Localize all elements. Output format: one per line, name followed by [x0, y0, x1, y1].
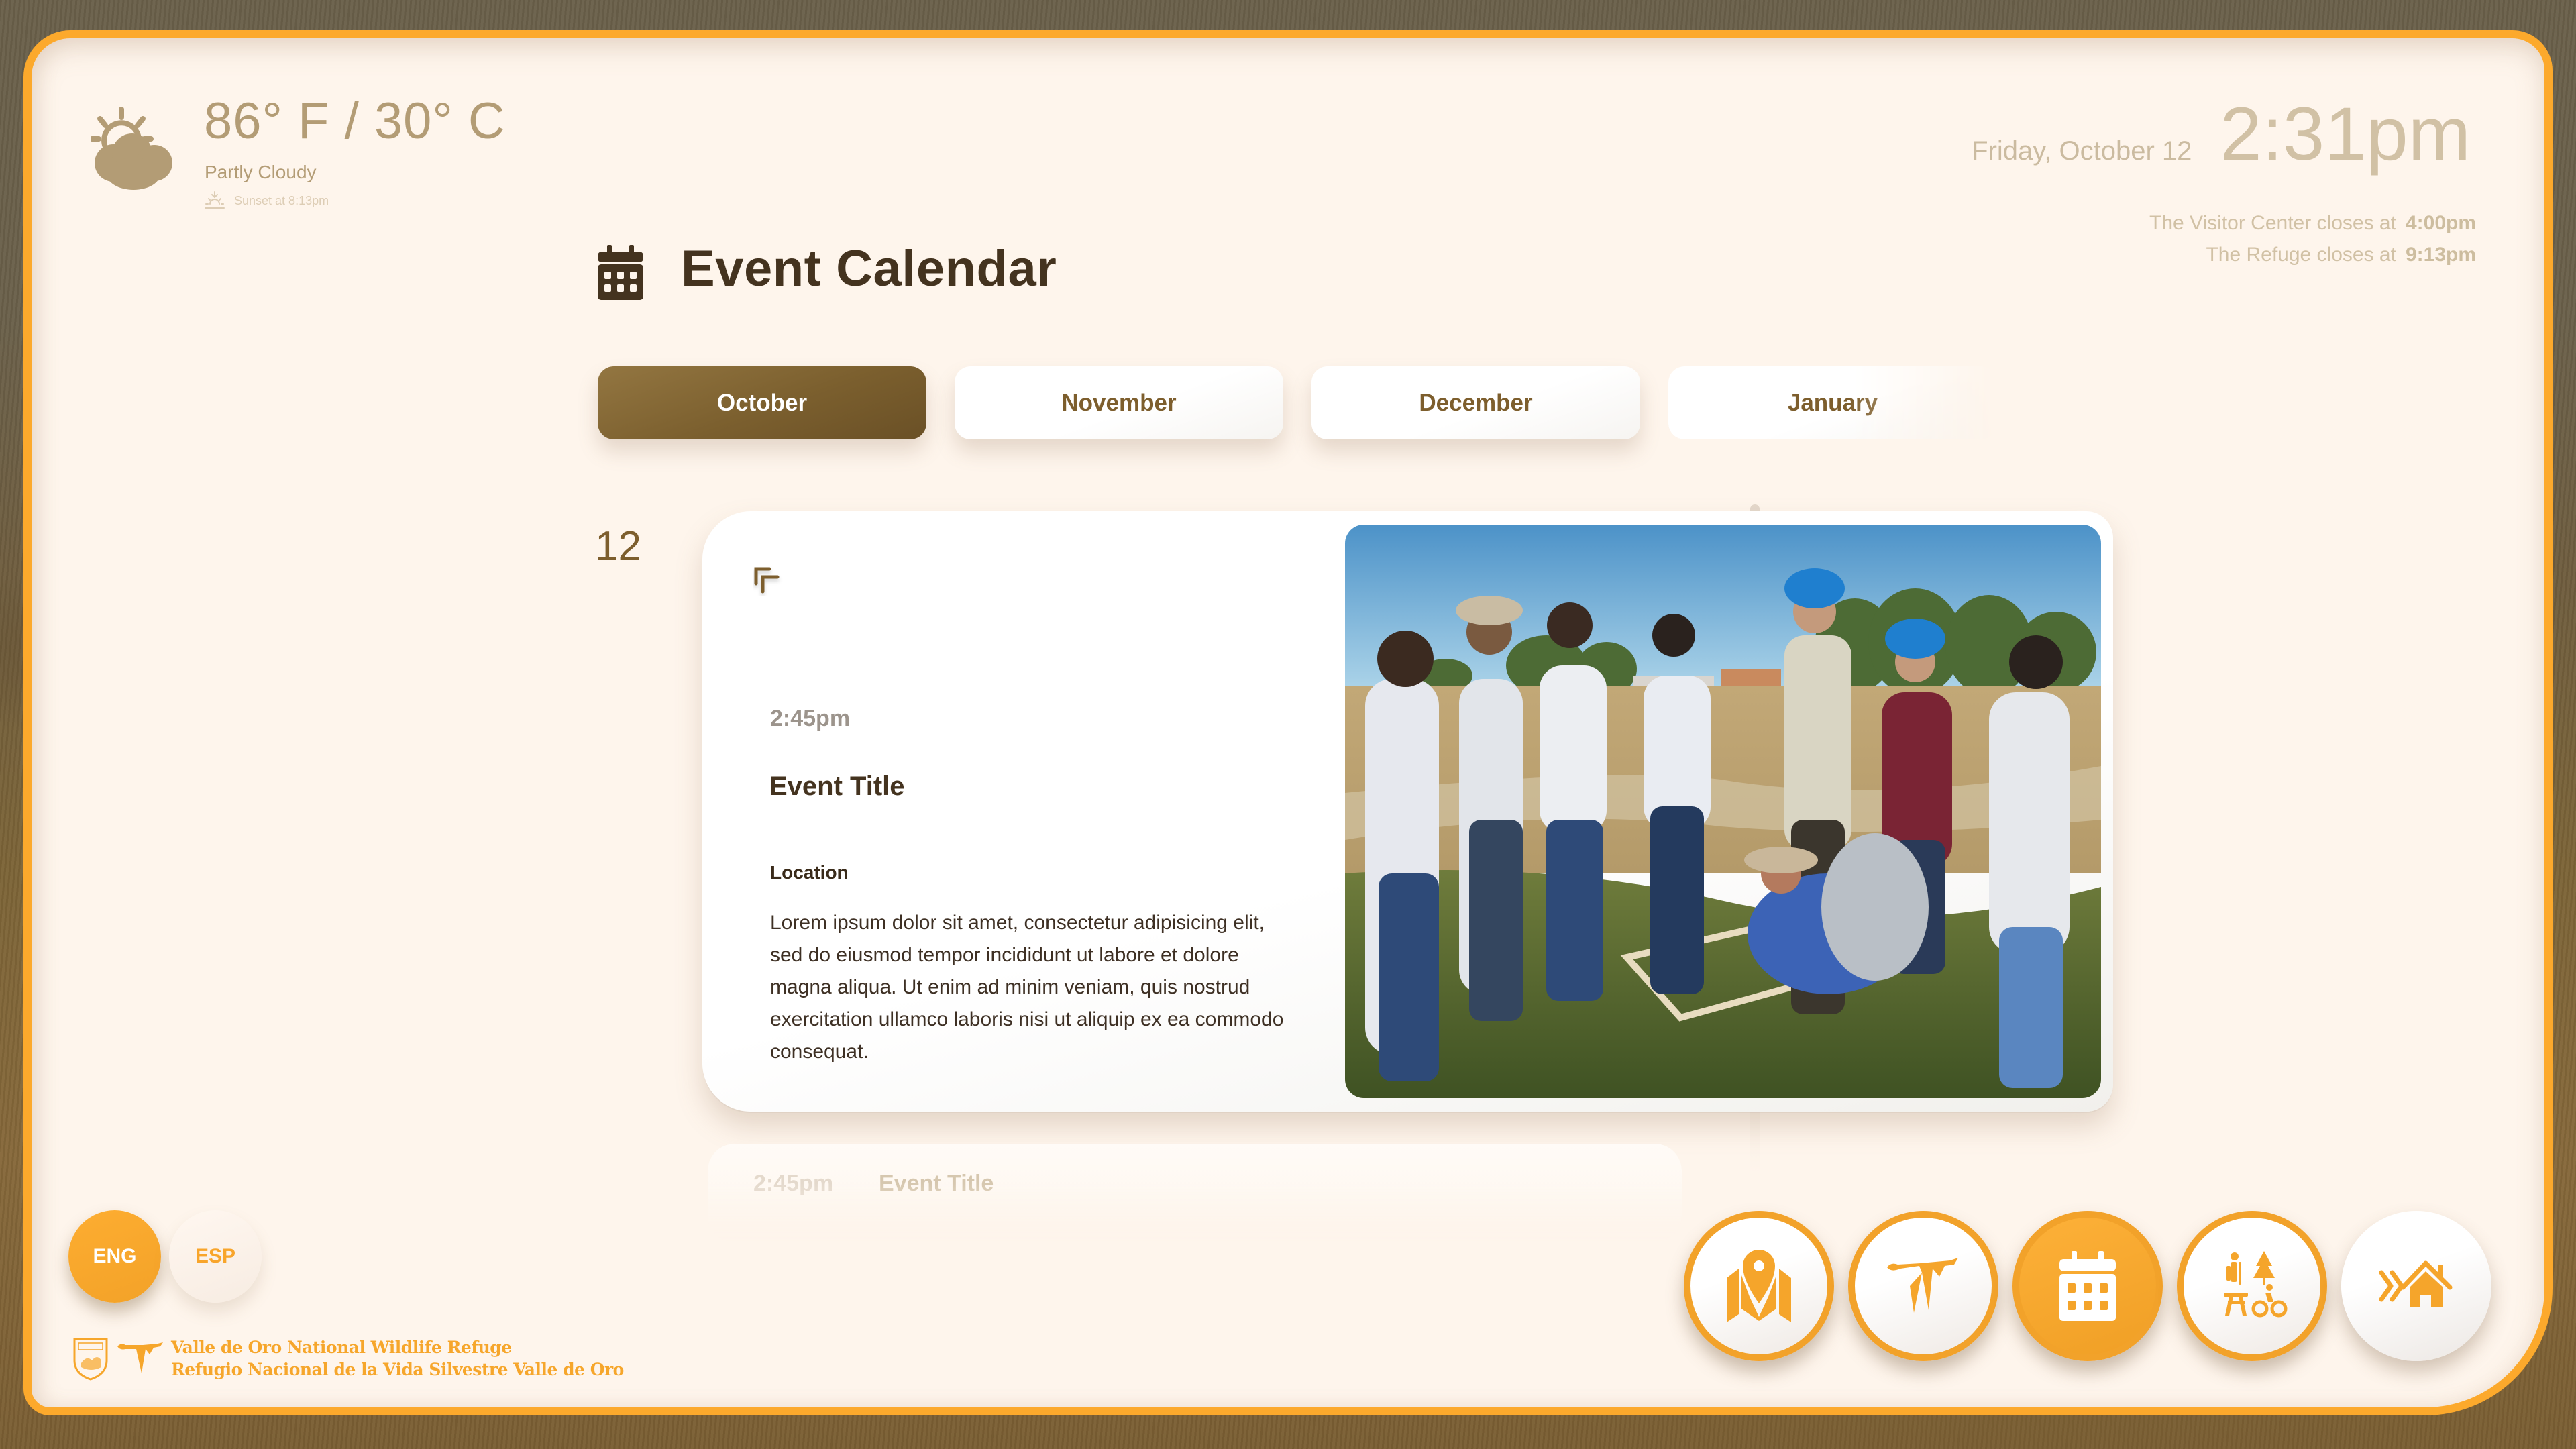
- nav-wildlife-button[interactable]: [1848, 1211, 1998, 1361]
- clock: Friday, October 12 2:31pm: [1972, 91, 2471, 177]
- event-title: Event Title: [769, 771, 905, 801]
- activities-icon: [2224, 1251, 2288, 1318]
- refuge-name-english: Valle de Oro National Wildlife Refuge: [171, 1338, 512, 1357]
- tab-october[interactable]: October: [598, 366, 926, 439]
- language-eng-button[interactable]: ENG: [68, 1210, 161, 1303]
- tab-november[interactable]: November: [955, 366, 1283, 439]
- refuge-closing: The Refuge closes at 9:13pm: [2206, 244, 2476, 266]
- nav-home-button[interactable]: [2341, 1211, 2491, 1361]
- event-time: 2:45pm: [753, 1171, 834, 1196]
- refuge-name: Valle de Oro National Wildlife Refuge Re…: [171, 1336, 624, 1381]
- tab-january[interactable]: January: [1668, 366, 1997, 439]
- event-location: Location: [770, 862, 849, 883]
- event-photo-scene: [1345, 525, 2101, 1098]
- home-icon: [2379, 1260, 2453, 1307]
- nav-activities-button[interactable]: [2177, 1211, 2327, 1361]
- fws-shield-icon: [73, 1338, 108, 1381]
- event-card-secondary[interactable]: 2:45pm Event Title: [708, 1144, 1682, 1242]
- language-esp-button[interactable]: ESP: [169, 1210, 262, 1303]
- current-date: Friday, October 12: [1972, 136, 2192, 166]
- map-pin-icon: [1727, 1250, 1791, 1322]
- tab-december[interactable]: December: [1311, 366, 1640, 439]
- day-number: 12: [595, 523, 641, 570]
- temperature: 86° F / 30° C: [204, 93, 506, 150]
- expand-icon[interactable]: [753, 566, 783, 596]
- bird-icon: [1887, 1258, 1958, 1313]
- nav-events-button[interactable]: [2012, 1211, 2163, 1361]
- event-time: 2:45pm: [770, 706, 851, 731]
- visitor-center-closing: The Visitor Center closes at 4:00pm: [2149, 212, 2476, 234]
- event-description: Lorem ipsum dolor sit amet, consectetur …: [770, 912, 1284, 1063]
- calendar-icon: [2059, 1251, 2116, 1321]
- refuge-logo: Valle de Oro National Wildlife Refuge Re…: [72, 1336, 624, 1381]
- calendar-icon: [598, 245, 643, 300]
- sunset-info: Sunset at 8:13pm: [205, 191, 329, 210]
- refuge-name-spanish: Refugio Nacional de la Vida Silvestre Va…: [171, 1360, 624, 1379]
- sunset-time: Sunset at 8:13pm: [234, 193, 329, 207]
- partly-cloudy-icon: [91, 107, 172, 190]
- current-time: 2:31pm: [2220, 92, 2471, 176]
- sunset-icon: [205, 191, 225, 209]
- kiosk-panel: 86° F / 30° C Partly Cloudy Sunset at 8:…: [23, 30, 2553, 1415]
- event-title: Event Title: [879, 1171, 994, 1196]
- nav-map-button[interactable]: [1684, 1211, 1834, 1361]
- weather-condition: Partly Cloudy: [205, 162, 317, 182]
- page-title: Event Calendar: [681, 240, 1057, 297]
- closing-times: The Visitor Center closes at 4:00pm The R…: [2149, 207, 2476, 270]
- event-photo: [1345, 525, 2101, 1098]
- event-card[interactable]: 2:45pm Event Title Location Lorem ipsum …: [702, 511, 2113, 1112]
- goose-logo-icon: [117, 1342, 163, 1373]
